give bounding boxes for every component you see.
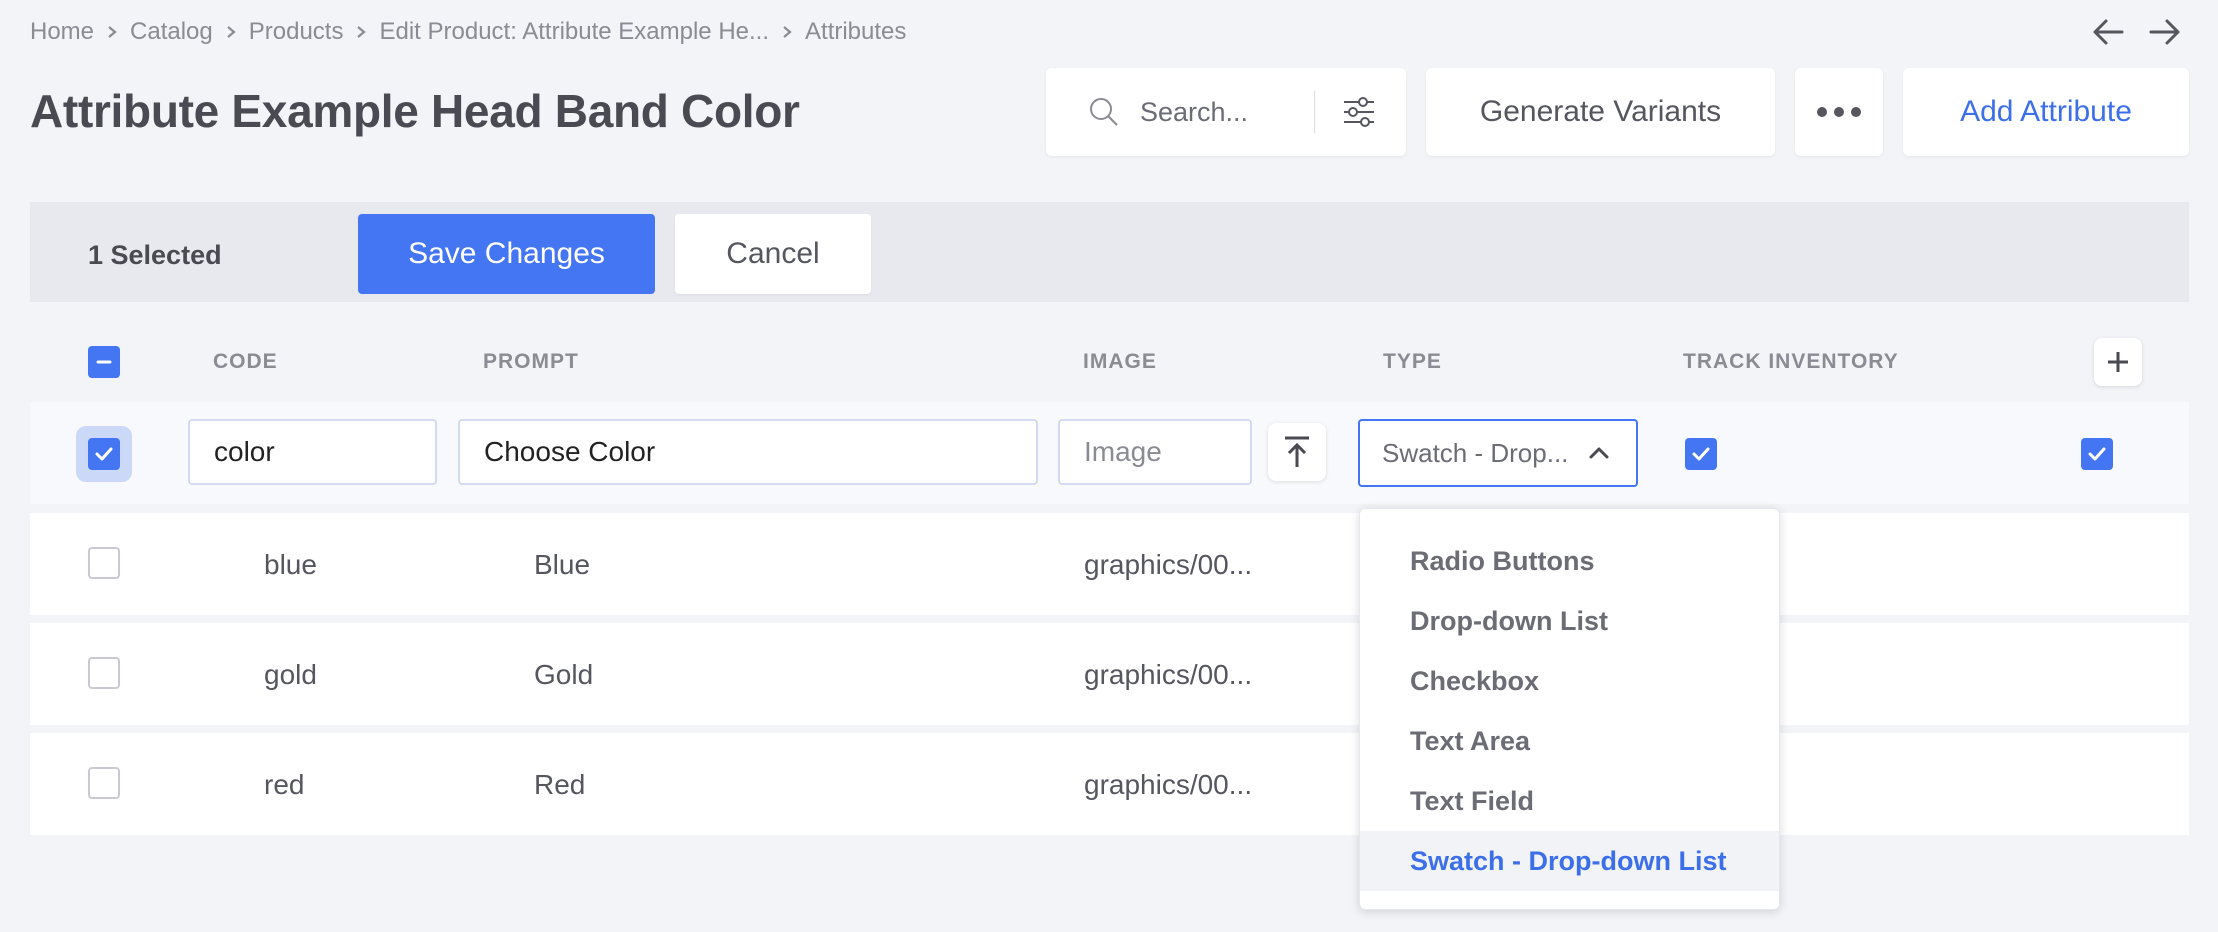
row-checkbox[interactable]	[88, 657, 120, 689]
type-option-radio-buttons[interactable]: Radio Buttons	[1360, 531, 1779, 591]
plus-icon	[2108, 352, 2128, 372]
generate-variants-button[interactable]: Generate Variants	[1426, 68, 1775, 156]
breadcrumb-catalog[interactable]: Catalog	[130, 18, 213, 46]
column-header-type[interactable]: TYPE	[1383, 350, 1442, 374]
cell-code: red	[264, 769, 305, 800]
cell-image: graphics/00...	[1084, 549, 1253, 580]
page-title: Attribute Example Head Band Color	[30, 85, 800, 137]
add-column-button[interactable]	[2094, 338, 2142, 386]
type-option-text-area[interactable]: Text Area	[1360, 711, 1779, 771]
cell-code: blue	[264, 549, 317, 580]
search-input[interactable]	[1140, 96, 1310, 128]
type-option-text-field[interactable]: Text Field	[1360, 771, 1779, 831]
row-checkbox[interactable]	[88, 767, 120, 799]
more-icon	[1817, 107, 1861, 117]
selected-count: 1 Selected	[88, 240, 222, 270]
breadcrumb-edit-product[interactable]: Edit Product: Attribute Example He...	[379, 18, 769, 46]
column-header-track-inventory[interactable]: TRACK INVENTORY	[1683, 350, 1899, 374]
more-options-button[interactable]	[1795, 68, 1883, 156]
table-row: red Red graphics/00...	[30, 733, 2189, 835]
cell-image: graphics/00...	[1084, 769, 1253, 800]
arrow-left-icon[interactable]	[2088, 14, 2128, 50]
column-header-image[interactable]: IMAGE	[1083, 350, 1157, 374]
chevron-right-icon	[343, 25, 379, 39]
breadcrumb-home[interactable]: Home	[30, 18, 94, 46]
check-icon	[95, 447, 113, 461]
code-input[interactable]	[188, 419, 437, 485]
select-all-checkbox[interactable]	[88, 346, 120, 378]
minus-icon	[96, 360, 112, 364]
cell-prompt: Blue	[534, 549, 591, 580]
search-divider	[1314, 91, 1315, 133]
column-header-prompt[interactable]: PROMPT	[483, 350, 579, 374]
breadcrumb-products[interactable]: Products	[249, 18, 344, 46]
extra-column-checkbox[interactable]	[2081, 438, 2113, 470]
chevron-right-icon	[94, 25, 130, 39]
breadcrumb-attributes: Attributes	[805, 18, 907, 45]
cancel-button[interactable]: Cancel	[675, 214, 871, 294]
type-option-checkbox[interactable]: Checkbox	[1360, 651, 1779, 711]
search-box	[1046, 68, 1406, 156]
row-select-checkbox[interactable]	[88, 438, 120, 470]
type-option-drop-down-list[interactable]: Drop-down List	[1360, 591, 1779, 651]
prompt-input[interactable]	[458, 419, 1038, 485]
track-inventory-checkbox[interactable]	[1685, 438, 1717, 470]
save-changes-button[interactable]: Save Changes	[358, 214, 655, 294]
table-row: blue Blue graphics/00...	[30, 513, 2189, 615]
type-option-swatch-drop-down-list[interactable]: Swatch - Drop-down List	[1360, 831, 1779, 891]
add-attribute-button[interactable]: Add Attribute	[1903, 68, 2189, 156]
selection-bar	[30, 202, 2189, 302]
chevron-right-icon	[769, 25, 805, 39]
upload-image-button[interactable]	[1268, 423, 1326, 481]
column-header-code[interactable]: CODE	[213, 350, 278, 374]
type-select-value: Swatch - Drop...	[1382, 437, 1569, 468]
chevron-right-icon	[213, 25, 249, 39]
cell-prompt: Gold	[534, 659, 594, 690]
chevron-up-icon	[1589, 447, 1609, 459]
type-select[interactable]: Swatch - Drop...	[1358, 419, 1638, 487]
cell-code: gold	[264, 659, 317, 690]
type-dropdown-menu: Radio Buttons Drop-down List Checkbox Te…	[1359, 508, 1780, 910]
cell-image: graphics/00...	[1084, 659, 1253, 690]
breadcrumb: Home Catalog Products Edit Product: Attr…	[30, 16, 906, 48]
upload-icon	[1285, 436, 1309, 467]
row-checkbox[interactable]	[88, 547, 120, 579]
image-input[interactable]	[1058, 419, 1252, 485]
sliders-icon[interactable]	[1341, 94, 1377, 130]
check-icon	[2088, 447, 2106, 461]
cell-prompt: Red	[534, 769, 586, 800]
table-row: gold Gold graphics/00...	[30, 623, 2189, 725]
check-icon	[1692, 447, 1710, 461]
arrow-right-icon[interactable]	[2145, 14, 2185, 50]
search-icon	[1088, 96, 1120, 128]
